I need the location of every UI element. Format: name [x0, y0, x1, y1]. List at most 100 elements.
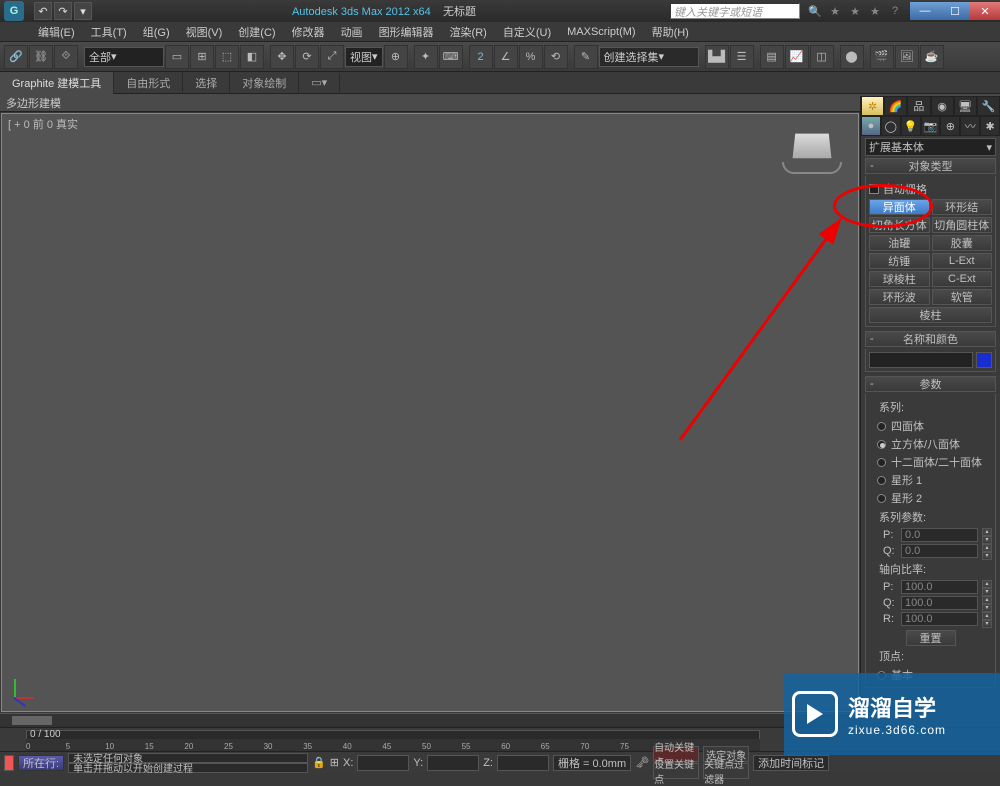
menu-customize[interactable]: 自定义(U) [495, 24, 559, 40]
tab-display[interactable]: 🖥 [954, 96, 977, 116]
move-icon[interactable]: ✥ [270, 45, 294, 69]
tab-motion[interactable]: ◉ [931, 96, 954, 116]
rr-spinner-btns[interactable]: ▴▾ [982, 612, 992, 626]
q-spinner[interactable]: 0.0 [901, 544, 978, 558]
ribbon-tab-freeform[interactable]: 自由形式 [114, 72, 183, 94]
viewport-label[interactable]: [ + 0 前 0 真实 [8, 116, 78, 132]
search-icon[interactable]: 🔍 [806, 2, 824, 20]
scale-icon[interactable]: ⤢ [320, 45, 344, 69]
window-crossing-icon[interactable]: ◧ [240, 45, 264, 69]
x-coord[interactable] [357, 755, 409, 771]
p-spinner-btns[interactable]: ▴▾ [982, 528, 992, 542]
unlink-icon[interactable]: ⛓ [29, 45, 53, 69]
geometry-category-dropdown[interactable]: 扩展基本体▾ [865, 138, 996, 156]
pivot-icon[interactable]: ⊕ [384, 45, 408, 69]
q-spinner-btns[interactable]: ▴▾ [982, 544, 992, 558]
menu-views[interactable]: 视图(V) [178, 24, 231, 40]
curve-editor-icon[interactable]: 📈 [785, 45, 809, 69]
render-setup-icon[interactable]: 🎬 [870, 45, 894, 69]
window-close[interactable]: ✕ [970, 2, 1000, 20]
render-frame-icon[interactable]: 🖼 [895, 45, 919, 69]
qat-redo[interactable]: ↷ [54, 2, 72, 20]
tab-hierarchy[interactable]: 品 [907, 96, 930, 116]
pr-spinner[interactable]: 100.0 [901, 580, 978, 594]
render-prod-icon[interactable]: ☕ [920, 45, 944, 69]
rr-spinner[interactable]: 100.0 [901, 612, 978, 626]
z-coord[interactable] [497, 755, 549, 771]
tab-create[interactable]: ✲ [861, 96, 884, 116]
align-icon[interactable]: ☰ [730, 45, 754, 69]
btn-chamfercyl[interactable]: 切角圆柱体 [932, 217, 993, 233]
btn-oiltank[interactable]: 油罐 [869, 235, 930, 251]
menu-modifiers[interactable]: 修改器 [284, 24, 333, 40]
manipulate-icon[interactable]: ✦ [414, 45, 438, 69]
radio-dodec-icos[interactable] [877, 458, 886, 467]
cat-lights[interactable]: 💡 [901, 116, 921, 136]
menu-maxscript[interactable]: MAXScript(M) [559, 26, 643, 38]
app-logo[interactable]: G [4, 1, 24, 21]
mirror-icon[interactable]: ▙▟ [705, 45, 729, 69]
in-place-mode[interactable]: 所在行: [18, 755, 64, 771]
rollout-parameters[interactable]: -参数 [865, 376, 996, 392]
menu-group[interactable]: 组(G) [135, 24, 178, 40]
ribbon-minimize[interactable]: ▭▾ [299, 73, 340, 92]
btn-chamferbox[interactable]: 切角长方体 [869, 217, 930, 233]
snap2d-icon[interactable]: 2 [469, 45, 493, 69]
radio-star2[interactable] [877, 494, 886, 503]
p-spinner[interactable]: 0.0 [901, 528, 978, 542]
selection-filter[interactable]: 全部 ▾ [84, 47, 164, 67]
btn-ringwave[interactable]: 环形波 [869, 289, 930, 305]
tab-utilities[interactable]: 🔧 [977, 96, 1000, 116]
add-time-tag[interactable]: 添加时间标记 [753, 755, 829, 771]
btn-torusknot[interactable]: 环形结 [932, 199, 993, 215]
viewport-hscroll[interactable] [0, 713, 860, 727]
bind-icon[interactable]: ⟐ [54, 45, 78, 69]
object-name-input[interactable] [869, 352, 973, 368]
y-coord[interactable] [427, 755, 479, 771]
menu-help[interactable]: 帮助(H) [644, 24, 697, 40]
help-icon[interactable]: ? [886, 2, 904, 20]
cat-shapes[interactable]: ◯ [881, 116, 901, 136]
cat-spacewarps[interactable]: 〰 [960, 116, 980, 136]
ribbon-tab-paint[interactable]: 对象绘制 [230, 72, 299, 94]
material-editor-icon[interactable]: ⬤ [840, 45, 864, 69]
lock-icon[interactable]: 🔒 [312, 756, 326, 769]
rollout-name-color[interactable]: -名称和颜色 [865, 331, 996, 347]
fav-icon[interactable]: ★ [826, 2, 844, 20]
cat-helpers[interactable]: ⊕ [940, 116, 960, 136]
qat-more[interactable]: ▾ [74, 2, 92, 20]
key-filter-button[interactable]: 关键点过滤器 [703, 763, 749, 779]
select-name-icon[interactable]: ⊞ [190, 45, 214, 69]
spinnersnap-icon[interactable]: ⟲ [544, 45, 568, 69]
named-selset[interactable]: 创建选择集 ▾ [599, 47, 699, 67]
schematic-icon[interactable]: ◫ [810, 45, 834, 69]
script-listener[interactable] [4, 755, 14, 771]
btn-spindle[interactable]: 纺锤 [869, 253, 930, 269]
ribbon-tab-selection[interactable]: 选择 [183, 72, 230, 94]
qr-spinner[interactable]: 100.0 [901, 596, 978, 610]
anglesnap-icon[interactable]: ∠ [494, 45, 518, 69]
keyboard-icon[interactable]: ⌨ [439, 45, 463, 69]
qr-spinner-btns[interactable]: ▴▾ [982, 596, 992, 610]
select-icon[interactable]: ▭ [165, 45, 189, 69]
radio-star1[interactable] [877, 476, 886, 485]
autogrid-checkbox[interactable] [869, 184, 879, 194]
qat-undo[interactable]: ↶ [34, 2, 52, 20]
btn-hedra[interactable]: 异面体 [869, 199, 930, 215]
sel-lock-icon[interactable]: ⊞ [330, 756, 339, 769]
reset-button[interactable]: 重置 [906, 630, 956, 646]
menu-create[interactable]: 创建(C) [230, 24, 283, 40]
key-icon[interactable]: 🗝 [635, 756, 649, 769]
rotate-icon[interactable]: ⟳ [295, 45, 319, 69]
object-color-swatch[interactable] [976, 352, 992, 368]
radio-tetra[interactable] [877, 422, 886, 431]
link-icon[interactable]: 🔗 [4, 45, 28, 69]
pr-spinner-btns[interactable]: ▴▾ [982, 580, 992, 594]
btn-lext[interactable]: L-Ext [932, 253, 993, 269]
layers-icon[interactable]: ▤ [760, 45, 784, 69]
refcoord-dropdown[interactable]: 视图 ▾ [345, 47, 383, 67]
viewcube[interactable] [788, 132, 836, 172]
window-maximize[interactable]: ☐ [940, 2, 970, 20]
btn-hose[interactable]: 软管 [932, 289, 993, 305]
setkey-button[interactable]: 设置关键点 [653, 763, 699, 779]
